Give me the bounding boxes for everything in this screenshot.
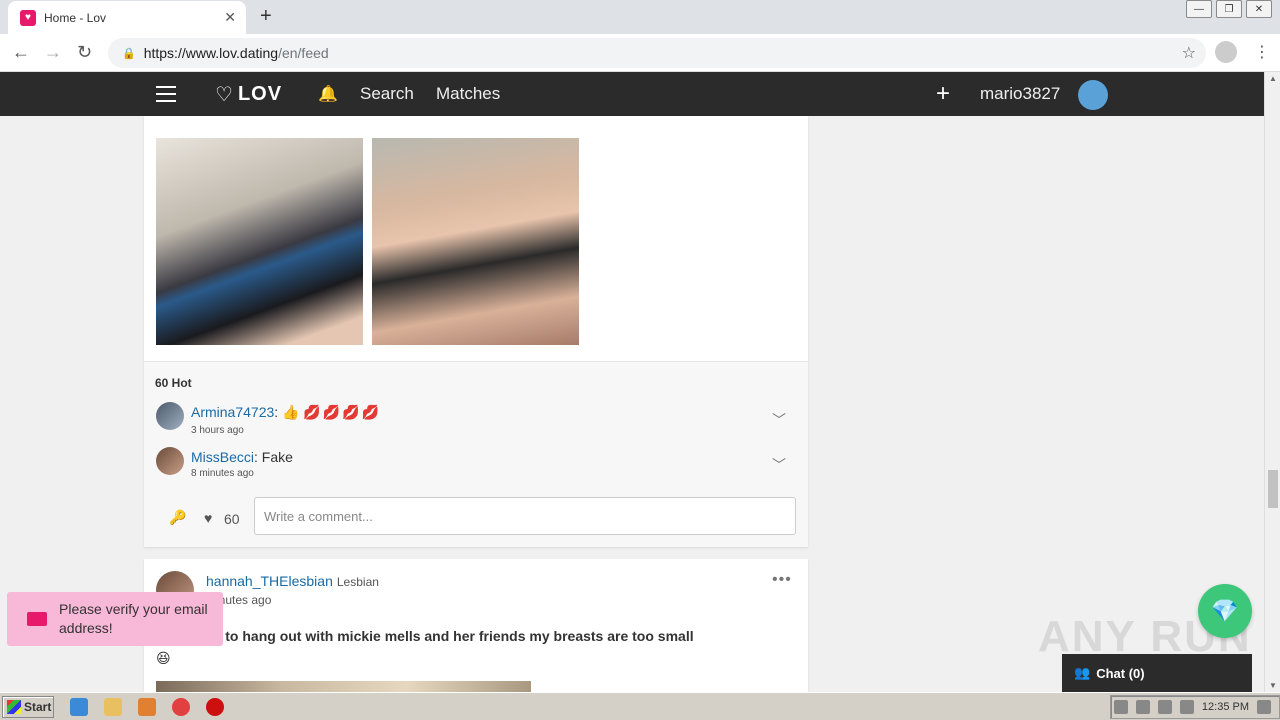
url-path: /en/feed: [278, 45, 329, 61]
notification-bell-icon[interactable]: 🔔: [318, 84, 338, 104]
post-photo[interactable]: [156, 138, 363, 345]
profile-avatar-icon[interactable]: [1215, 41, 1237, 63]
tray-arrow-icon[interactable]: [1113, 700, 1128, 714]
scroll-down-arrow-icon[interactable]: ▼: [1269, 681, 1277, 690]
tab-title: Home - Lov: [44, 10, 107, 25]
feed-post-card: hannah_THElesbian Lesbian minutes ago •••…: [144, 559, 808, 692]
start-button[interactable]: Start: [2, 696, 54, 718]
page-viewport: ♡ LOV 🔔 Search Matches + mario3827 60 Ho…: [0, 72, 1264, 692]
browser-tabbar: ♥ Home - Lov ✕ + — ❐ ✕: [0, 0, 1280, 34]
chevron-down-icon[interactable]: ﹀: [772, 410, 786, 430]
scroll-thumb[interactable]: [1268, 470, 1278, 508]
post-text: er be able to hang out with mickie mells…: [156, 628, 694, 644]
flag-icon[interactable]: [1179, 700, 1194, 714]
comments-section: 60 Hot Armina74723: 👍 💋💋💋💋 3 hours ago ﹀…: [144, 361, 808, 547]
feed-post-card: 60 Hot Armina74723: 👍 💋💋💋💋 3 hours ago ﹀…: [144, 116, 808, 547]
browser-menu-icon[interactable]: ⋮: [1254, 42, 1270, 62]
clock: 12:35 PM: [1201, 701, 1249, 713]
comment-separator: :: [254, 449, 262, 465]
thumbs-up-icon: 👍: [282, 404, 300, 420]
nav-search-link[interactable]: Search: [360, 84, 414, 104]
lov-logo[interactable]: ♡ LOV: [215, 82, 282, 107]
diamond-premium-button[interactable]: 💎: [1198, 584, 1252, 638]
new-tab-button[interactable]: +: [260, 5, 272, 28]
windows-logo-icon: [7, 700, 21, 714]
commenter-avatar[interactable]: [156, 402, 184, 430]
lock-icon: 🔒: [122, 47, 136, 60]
comment-time: 8 minutes ago: [191, 468, 254, 479]
chat-users-icon: 👥: [1074, 665, 1091, 680]
logo-text: LOV: [237, 83, 283, 105]
browser-tab[interactable]: ♥ Home - Lov ✕: [8, 1, 246, 34]
lips-icon: 💋💋💋💋: [303, 404, 382, 420]
add-post-button[interactable]: +: [936, 80, 950, 108]
comment-text: Fake: [261, 449, 293, 465]
post-photo[interactable]: [372, 138, 579, 345]
chat-bar[interactable]: 👥 Chat (0): [1062, 654, 1252, 692]
show-desktop-icon[interactable]: [1257, 700, 1271, 714]
comment-row: MissBecci: Fake: [191, 449, 293, 465]
app-navbar: ♡ LOV 🔔 Search Matches + mario3827: [0, 72, 1264, 116]
poster-tag: Lesbian: [336, 575, 379, 589]
scroll-up-arrow-icon[interactable]: ▲: [1269, 74, 1277, 83]
poster-line: hannah_THElesbian Lesbian: [206, 573, 379, 589]
tab-close-icon[interactable]: ✕: [224, 9, 236, 26]
post-body: er be able to hang out with mickie mells…: [156, 625, 796, 669]
address-bar: ← → ↻ 🔒 https://www.lov.dating /en/feed …: [0, 34, 1280, 72]
hamburger-menu-icon[interactable]: [156, 86, 176, 102]
comment-input[interactable]: [254, 497, 796, 535]
chat-label: Chat (0): [1096, 665, 1145, 681]
commenter-name[interactable]: Armina74723: [191, 404, 274, 420]
page-scrollbar[interactable]: ▲ ▼: [1264, 72, 1280, 692]
hot-count: 60 Hot: [155, 376, 192, 390]
network-icon[interactable]: [1157, 700, 1172, 714]
folder-icon[interactable]: [104, 698, 122, 716]
comment-separator: :: [274, 404, 283, 420]
volume-icon[interactable]: [1135, 700, 1150, 714]
restore-button[interactable]: ❐: [1216, 0, 1242, 18]
start-label: Start: [24, 700, 52, 714]
post-photo[interactable]: [156, 681, 531, 692]
pin-icon[interactable]: 🔑: [169, 509, 186, 526]
username-link[interactable]: mario3827: [980, 84, 1060, 104]
url-field[interactable]: 🔒 https://www.lov.dating /en/feed ☆: [108, 38, 1206, 68]
system-tray: 12:35 PM: [1110, 695, 1280, 719]
post-emoji: 😆: [156, 650, 171, 666]
forward-arrow-icon[interactable]: →: [44, 42, 62, 63]
reload-icon[interactable]: ↻: [77, 42, 92, 63]
user-avatar[interactable]: [1078, 80, 1108, 110]
like-count: 60: [224, 511, 240, 527]
close-window-button[interactable]: ✕: [1246, 0, 1272, 18]
more-options-icon[interactable]: •••: [772, 571, 792, 589]
lov-favicon-icon: ♥: [20, 9, 36, 26]
comment-time: 3 hours ago: [191, 425, 244, 436]
commenter-avatar[interactable]: [156, 447, 184, 475]
back-arrow-icon[interactable]: ←: [12, 42, 30, 63]
comment-row: Armina74723: 👍 💋💋💋💋: [191, 404, 381, 421]
ie-icon[interactable]: [70, 698, 88, 716]
chevron-down-icon[interactable]: ﹀: [772, 455, 786, 475]
warning-app-icon[interactable]: [206, 698, 224, 716]
windows-taskbar: Start 12:35 PM: [0, 692, 1280, 720]
window-controls: — ❐ ✕: [1186, 0, 1272, 18]
commenter-name[interactable]: MissBecci: [191, 449, 254, 465]
minimize-button[interactable]: —: [1186, 0, 1212, 18]
nav-matches-link[interactable]: Matches: [436, 84, 500, 104]
url-host: https://www.lov.dating: [143, 45, 279, 61]
chrome-icon[interactable]: [172, 698, 190, 716]
media-player-icon[interactable]: [138, 698, 156, 716]
toast-message: Please verify your email address!: [59, 601, 208, 636]
bookmark-star-icon[interactable]: ☆: [1182, 43, 1196, 63]
poster-name[interactable]: hannah_THElesbian: [206, 573, 333, 589]
verify-email-toast[interactable]: Please verify your email address!: [7, 592, 223, 646]
heart-logo-icon: ♡: [215, 84, 234, 106]
mail-icon: [27, 612, 47, 626]
heart-icon[interactable]: ♥: [204, 510, 212, 526]
